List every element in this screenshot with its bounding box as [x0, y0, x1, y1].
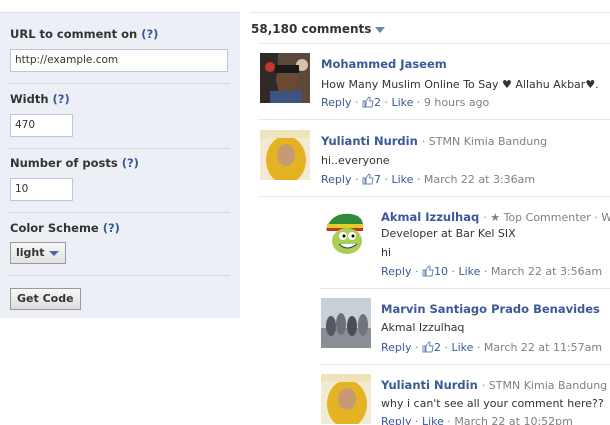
author-name[interactable]: Yulianti Nurdin: [321, 134, 418, 148]
settings-panel: URL to comment on (?) http://example.com …: [0, 12, 240, 318]
color-field-label: Color Scheme (?): [10, 221, 120, 235]
comment-author[interactable]: Marvin Santiago Prado Benavides: [381, 302, 600, 316]
reply-link[interactable]: Reply: [381, 265, 411, 278]
comment-actions: Reply · 10 · Like · March 22 at 3:56am: [381, 265, 603, 278]
posts-help-link[interactable]: (?): [122, 156, 139, 170]
reply-link[interactable]: Reply: [381, 415, 411, 425]
thumbs-up-icon: [362, 173, 374, 185]
author-meta: · STMN Kimia Bandung: [481, 379, 608, 392]
avatar[interactable]: [260, 130, 310, 180]
like-count[interactable]: 7: [374, 173, 381, 186]
comment-author[interactable]: Yulianti Nurdin · STMN Kimia Bandung: [321, 134, 547, 148]
like-link[interactable]: Like: [458, 265, 480, 278]
avatar[interactable]: [260, 53, 310, 103]
divider: [258, 43, 610, 44]
thumbs-up-icon: [422, 265, 434, 277]
like-link[interactable]: Like: [391, 173, 413, 186]
comment-actions: Reply · 7 · Like · March 22 at 3:36am: [321, 173, 536, 186]
like-link[interactable]: Like: [391, 96, 413, 109]
avatar-photo: [321, 208, 371, 258]
divider: [8, 83, 230, 84]
thumbs-up-icon: [362, 96, 374, 108]
comment-text: hi: [381, 246, 392, 259]
comments-count-text: 58,180 comments: [251, 22, 372, 36]
avatar[interactable]: [321, 374, 371, 424]
avatar-photo: [260, 130, 310, 180]
like-count[interactable]: 2: [434, 341, 441, 354]
comment-time[interactable]: March 22 at 3:36am: [424, 173, 535, 186]
header-divider: [250, 12, 610, 13]
divider: [8, 275, 230, 276]
posts-label-text: Number of posts: [10, 156, 118, 170]
comment-time[interactable]: March 22 at 11:57am: [484, 341, 602, 354]
width-help-link[interactable]: (?): [53, 92, 70, 106]
author-occupation: Developer at Bar Kel SIX: [381, 227, 516, 240]
divider: [8, 212, 230, 213]
color-scheme-select[interactable]: light: [10, 242, 66, 264]
author-name[interactable]: Akmal Izzulhaq: [381, 210, 479, 224]
color-label-text: Color Scheme: [10, 221, 99, 235]
comment-author[interactable]: Mohammed Jaseem: [321, 57, 447, 71]
posts-input[interactable]: 10: [10, 178, 73, 201]
url-input[interactable]: http://example.com: [10, 49, 228, 72]
comment-time[interactable]: March 22 at 10:52pm: [454, 415, 572, 425]
posts-field-label: Number of posts (?): [10, 156, 139, 170]
comment-text: How Many Muslim Online To Say ♥ Allahu A…: [321, 78, 599, 91]
avatar-photo: [321, 374, 371, 424]
like-link[interactable]: Like: [451, 341, 473, 354]
width-input[interactable]: 470: [10, 114, 73, 137]
url-label-text: URL to comment on: [10, 27, 138, 41]
like-count[interactable]: 10: [434, 265, 448, 278]
author-meta: · ★ Top Commenter · Web D: [483, 211, 610, 224]
comment-text: why i can't see all your comment here??: [381, 397, 604, 410]
comment-time[interactable]: March 22 at 3:56am: [491, 265, 602, 278]
url-help-link[interactable]: (?): [141, 27, 158, 41]
comment-author[interactable]: Akmal Izzulhaq · ★ Top Commenter · Web D: [381, 210, 610, 224]
comment-time[interactable]: 9 hours ago: [424, 96, 489, 109]
url-field-label: URL to comment on (?): [10, 27, 158, 41]
divider: [320, 288, 610, 289]
avatar[interactable]: [321, 208, 371, 258]
divider: [8, 148, 230, 149]
thumbs-up-icon: [422, 341, 434, 353]
width-field-label: Width (?): [10, 92, 70, 106]
comment-actions: Reply · Like · March 22 at 10:52pm: [381, 415, 573, 425]
avatar[interactable]: [321, 298, 371, 348]
comment-text: Akmal Izzulhaq: [381, 321, 465, 334]
comments-count[interactable]: 58,180 comments: [251, 22, 386, 36]
divider: [258, 196, 610, 197]
comment-actions: Reply · 2 · Like · March 22 at 11:57am: [381, 341, 603, 354]
comment-author[interactable]: Yulianti Nurdin · STMN Kimia Bandung: [381, 378, 607, 392]
avatar-photo: [260, 53, 310, 103]
color-help-link[interactable]: (?): [103, 221, 120, 235]
author-meta: · STMN Kimia Bandung: [421, 135, 548, 148]
like-count[interactable]: 2: [374, 96, 381, 109]
divider: [320, 364, 610, 365]
avatar-photo: [321, 298, 371, 348]
reply-link[interactable]: Reply: [321, 173, 351, 186]
color-scheme-value: light: [16, 246, 45, 259]
chevron-down-icon[interactable]: [375, 26, 386, 33]
comment-actions: Reply · 2 · Like · 9 hours ago: [321, 96, 490, 109]
author-name[interactable]: Yulianti Nurdin: [381, 378, 478, 392]
divider: [258, 119, 610, 120]
author-name[interactable]: Mohammed Jaseem: [321, 57, 447, 71]
width-label-text: Width: [10, 92, 49, 106]
like-link[interactable]: Like: [422, 415, 444, 425]
chevron-down-icon: [49, 251, 59, 256]
author-name[interactable]: Marvin Santiago Prado Benavides: [381, 302, 600, 316]
reply-link[interactable]: Reply: [381, 341, 411, 354]
get-code-button[interactable]: Get Code: [10, 288, 81, 310]
reply-link[interactable]: Reply: [321, 96, 351, 109]
comment-text: hi..everyone: [321, 154, 390, 167]
